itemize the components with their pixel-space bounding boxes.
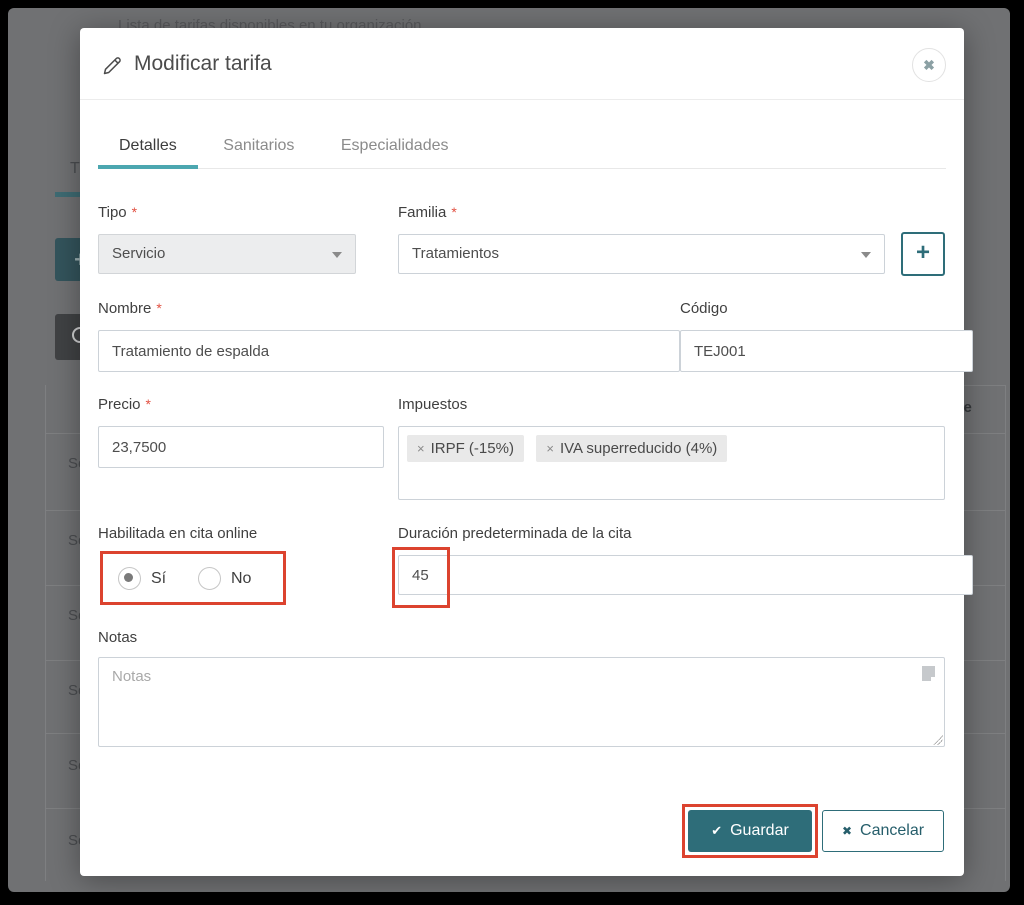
backdrop-table-left-border (45, 385, 46, 881)
row-divider (964, 660, 1006, 661)
required-asterisk: * (156, 300, 161, 316)
chevron-down-icon (332, 252, 342, 258)
row-divider (964, 733, 1006, 734)
chevron-down-icon (861, 252, 871, 258)
radio-si[interactable]: Sí (118, 567, 166, 590)
familia-label: Familia* (398, 204, 457, 221)
dialog-title: Modificar tarifa (134, 52, 272, 76)
tipo-label: Tipo* (98, 204, 137, 221)
tab-detalles[interactable]: Detalles (98, 127, 198, 169)
backdrop-table-right-border (1005, 385, 1006, 881)
required-asterisk: * (451, 204, 456, 220)
header-divider (80, 99, 964, 100)
row-divider (45, 433, 82, 434)
impuestos-label: Impuestos (398, 396, 467, 413)
resize-grip-icon[interactable] (933, 735, 943, 745)
backdrop-search-button-fragment (55, 314, 82, 360)
tax-tag: ×IVA superreducido (4%) (536, 435, 727, 462)
pencil-icon (100, 54, 124, 83)
row-divider (45, 808, 82, 809)
nombre-label: Nombre* (98, 300, 162, 317)
row-divider (964, 433, 1006, 434)
tipo-select[interactable]: Servicio (98, 234, 356, 274)
familia-select[interactable]: Tratamientos (398, 234, 885, 274)
x-icon: ✖ (842, 824, 852, 838)
required-asterisk: * (132, 204, 137, 220)
tab-especialidades[interactable]: Especialidades (320, 127, 470, 169)
add-familia-button[interactable]: + (901, 232, 945, 276)
notas-label: Notas (98, 629, 137, 646)
row-divider (964, 510, 1006, 511)
cita-online-highlight-box: Sí No (100, 551, 286, 605)
row-divider (964, 808, 1006, 809)
codigo-label: Código (680, 300, 728, 317)
backdrop-table-top-border (964, 385, 1006, 386)
remove-tag-icon[interactable]: × (417, 441, 425, 456)
note-icon (922, 666, 935, 681)
modify-tariff-dialog: Modificar tarifa ✖ Detalles Sanitarios E… (80, 28, 964, 876)
row-divider (45, 733, 82, 734)
row-divider (45, 510, 82, 511)
notas-textarea[interactable] (98, 657, 945, 747)
codigo-input[interactable] (680, 330, 973, 372)
tab-sanitarios[interactable]: Sanitarios (202, 127, 315, 169)
backdrop-tab-underline (55, 192, 82, 197)
close-icon[interactable]: ✖ (912, 48, 946, 82)
radio-selected-icon[interactable] (118, 567, 141, 590)
dialog-tabs: Detalles Sanitarios Especialidades (98, 127, 946, 169)
save-highlight-box: ✔Guardar (682, 804, 818, 858)
nombre-input[interactable] (98, 330, 680, 372)
required-asterisk: * (146, 396, 151, 412)
save-button[interactable]: ✔Guardar (688, 810, 812, 852)
tax-tag: ×IRPF (-15%) (407, 435, 524, 462)
radio-no[interactable]: No (198, 567, 251, 590)
row-divider (45, 660, 82, 661)
precio-input[interactable] (98, 426, 384, 468)
check-icon: ✔ (711, 823, 722, 838)
remove-tag-icon[interactable]: × (546, 441, 554, 456)
row-divider (45, 585, 82, 586)
duracion-input[interactable] (398, 555, 973, 595)
backdrop-add-button-fragment: + (55, 238, 82, 281)
duracion-highlight-box (392, 547, 450, 608)
radio-unselected-icon[interactable] (198, 567, 221, 590)
precio-label: Precio* (98, 396, 151, 413)
duracion-label: Duración predeterminada de la cita (398, 525, 631, 542)
impuestos-tag-input[interactable]: ×IRPF (-15%) ×IVA superreducido (4%) (398, 426, 945, 500)
cita-online-label: Habilitada en cita online (98, 525, 257, 542)
cancel-button[interactable]: ✖Cancelar (822, 810, 944, 852)
